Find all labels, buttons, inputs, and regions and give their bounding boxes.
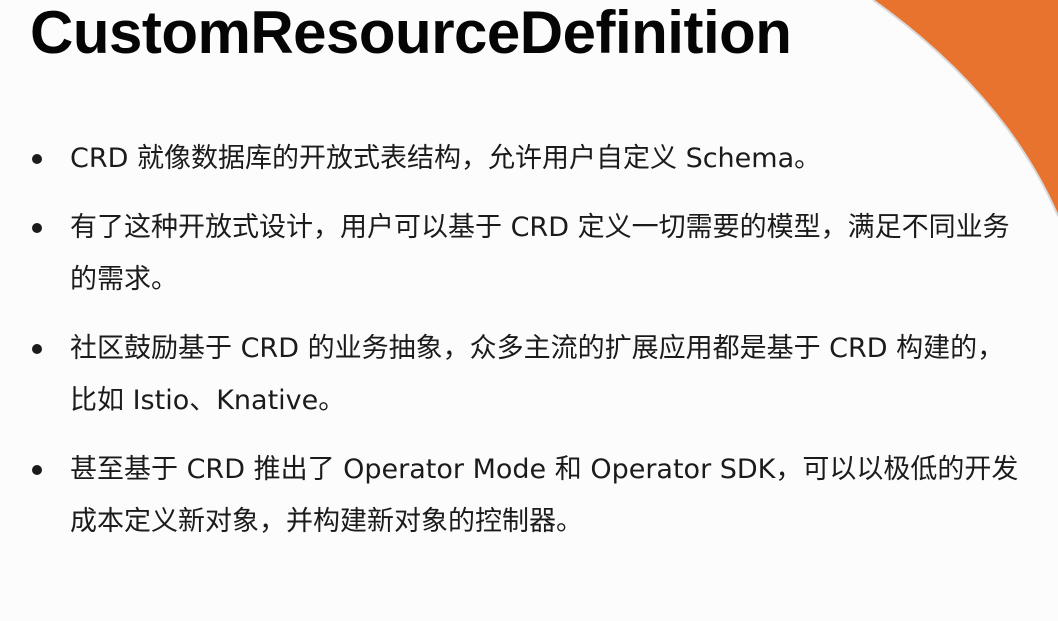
bullet-item: 社区鼓励基于 CRD 的业务抽象，众多主流的扩展应用都是基于 CRD 构建的，比… xyxy=(30,323,1020,427)
bullet-text: 社区鼓励基于 CRD 的业务抽象，众多主流的扩展应用都是基于 CRD 构建的，比… xyxy=(70,333,1005,416)
bullet-dot-icon xyxy=(32,344,42,354)
bullet-item: 有了这种开放式设计，用户可以基于 CRD 定义一切需要的模型，满足不同业务的需求… xyxy=(30,202,1020,306)
bullet-dot-icon xyxy=(32,154,42,164)
bullet-text: 甚至基于 CRD 推出了 Operator Mode 和 Operator SD… xyxy=(70,454,1019,537)
bullet-text: 有了这种开放式设计，用户可以基于 CRD 定义一切需要的模型，满足不同业务的需求… xyxy=(70,212,1010,295)
bullet-dot-icon xyxy=(32,465,42,475)
bullet-item: 甚至基于 CRD 推出了 Operator Mode 和 Operator SD… xyxy=(30,444,1020,548)
bullet-text: CRD 就像数据库的开放式表结构，允许用户自定义 Schema。 xyxy=(70,143,822,174)
slide-title: CustomResourceDefinition xyxy=(30,0,792,66)
bullet-dot-icon xyxy=(32,223,42,233)
bullet-item: CRD 就像数据库的开放式表结构，允许用户自定义 Schema。 xyxy=(30,133,1020,185)
bullet-list: CRD 就像数据库的开放式表结构，允许用户自定义 Schema。 有了这种开放式… xyxy=(30,133,1020,565)
